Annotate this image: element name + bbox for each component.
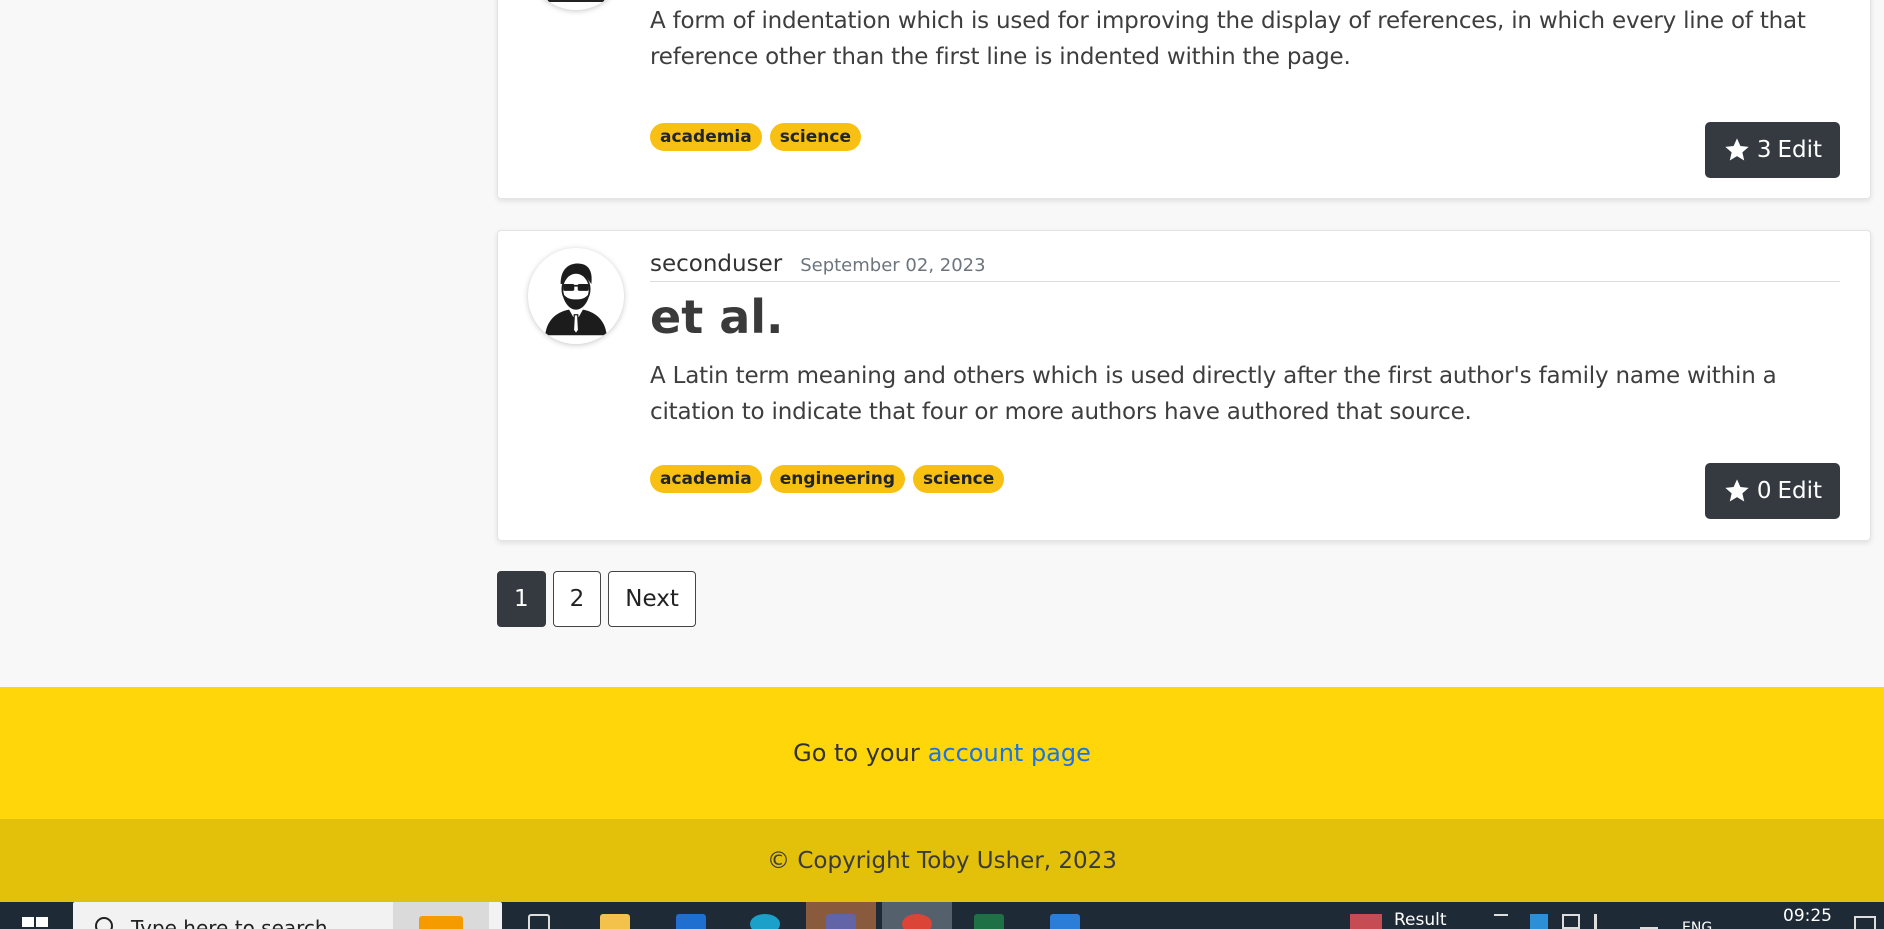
language-indicator[interactable]: ENG: [1682, 920, 1712, 929]
post-description: A form of indentation which is used for …: [650, 8, 1806, 70]
search-highlight-icon: [393, 902, 489, 929]
post-card: seconduser September 02, 2023 et al. A L…: [497, 230, 1871, 541]
page-2-button[interactable]: 2: [552, 571, 602, 627]
vscode-icon[interactable]: [1050, 914, 1080, 929]
tag[interactable]: engineering: [769, 465, 906, 493]
chevron-up-icon[interactable]: [1494, 914, 1508, 929]
post-card: A form of indentation which is used for …: [497, 0, 1871, 199]
footer-copyright: © Copyright Toby Usher, 2023: [0, 819, 1884, 902]
user-avatar-icon: [545, 263, 607, 336]
avatar: [528, 0, 624, 10]
outlook-icon[interactable]: [676, 914, 706, 929]
pagination: 1 2 Next: [497, 571, 696, 627]
excel-icon[interactable]: [974, 914, 1004, 929]
account-page-link[interactable]: account page: [928, 739, 1091, 767]
tag-list: academia engineering science: [650, 465, 1005, 493]
post-date: September 02, 2023: [800, 255, 986, 276]
taskbar-search-placeholder: Type here to search: [131, 916, 328, 929]
star-edit-button[interactable]: 3 Edit: [1704, 122, 1840, 178]
star-count: 3: [1756, 137, 1772, 163]
onedrive-icon[interactable]: [1530, 914, 1548, 929]
post-content: seconduser September 02, 2023 et al. A L…: [650, 251, 1840, 430]
taskbar-clock[interactable]: 09:25: [1783, 906, 1832, 926]
post-meta: seconduser September 02, 2023: [650, 251, 1840, 282]
chrome-icon: [902, 914, 932, 929]
edge-icon[interactable]: [750, 914, 780, 929]
star-edit-button[interactable]: 0 Edit: [1704, 463, 1840, 519]
tag[interactable]: academia: [650, 123, 762, 151]
tag[interactable]: academia: [650, 465, 762, 493]
post-term-title: et al.: [650, 290, 784, 344]
page-1-button[interactable]: 1: [497, 571, 546, 627]
windows-start-icon[interactable]: [22, 917, 48, 929]
notification-app-icon[interactable]: [1350, 914, 1382, 929]
post-username[interactable]: seconduser: [650, 251, 782, 277]
next-page-button[interactable]: Next: [608, 571, 696, 627]
tag[interactable]: science: [769, 123, 861, 151]
task-view-icon[interactable]: [528, 914, 550, 929]
chrome-taskbar-button[interactable]: [882, 902, 952, 929]
tag[interactable]: science: [913, 465, 1005, 493]
tag-list: academia science: [650, 123, 861, 151]
star-icon: [1725, 138, 1749, 161]
taskbar-result-text: Result: [1394, 910, 1447, 929]
teams-taskbar-button[interactable]: [806, 902, 876, 929]
post-description: A Latin term meaning and others which is…: [650, 363, 1777, 425]
star-count: 0: [1756, 478, 1772, 504]
footer-prompt-text: Go to your: [793, 739, 920, 767]
footer-account-banner: Go to your account page: [0, 687, 1884, 819]
edit-label: Edit: [1777, 478, 1822, 504]
star-icon: [1725, 479, 1749, 502]
avatar: [528, 248, 624, 344]
taskbar-search-box[interactable]: Type here to search: [73, 902, 502, 929]
network-icon[interactable]: [1562, 914, 1580, 929]
pen-icon[interactable]: [1640, 914, 1658, 929]
edit-label: Edit: [1777, 137, 1822, 163]
os-taskbar: Type here to search Result ENG 09:25: [0, 902, 1884, 929]
user-avatar-icon: [547, 0, 605, 2]
volume-icon[interactable]: [1594, 914, 1614, 929]
file-explorer-icon[interactable]: [600, 914, 630, 929]
search-icon: [95, 917, 113, 929]
copyright-text: © Copyright Toby Usher, 2023: [767, 847, 1117, 874]
notifications-icon[interactable]: [1854, 916, 1876, 929]
teams-icon: [826, 914, 856, 929]
